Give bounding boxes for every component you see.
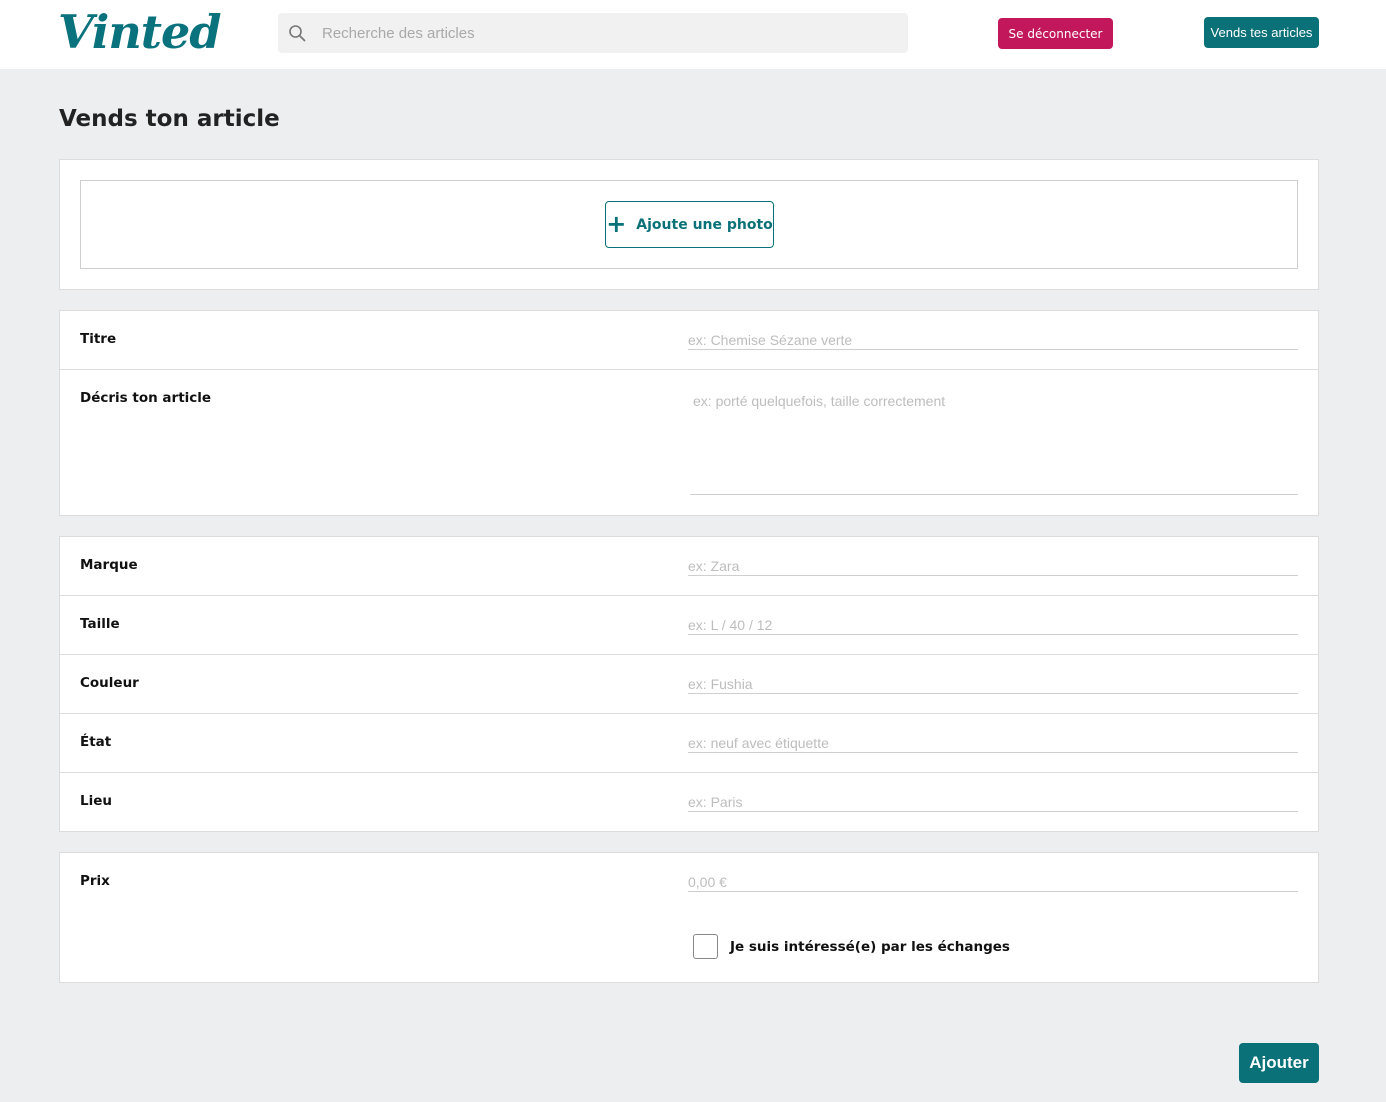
add-photo-label: Ajoute une photo	[636, 216, 773, 233]
brand-label: Marque	[80, 557, 138, 573]
title-label: Titre	[80, 331, 117, 347]
description-textarea[interactable]	[690, 390, 1298, 495]
search-bar[interactable]	[278, 13, 908, 53]
form-row-size: Taille	[60, 596, 1318, 655]
condition-label: État	[80, 734, 112, 750]
logout-button[interactable]: Se déconnecter	[998, 18, 1113, 49]
exchange-checkbox-label[interactable]: Je suis intéressé(e) par les échanges	[730, 939, 1010, 955]
location-label: Lieu	[80, 793, 112, 809]
price-label: Prix	[80, 873, 110, 889]
vinted-logo[interactable]: Vinted	[58, 2, 221, 62]
brand-input[interactable]	[688, 557, 1298, 576]
exchange-checkbox[interactable]	[693, 934, 718, 959]
title-description-section: Titre Décris ton article	[59, 310, 1319, 516]
form-row-price: Prix Je suis intéressé(e) par les échang…	[60, 853, 1318, 982]
form-row-title: Titre	[60, 311, 1318, 370]
price-section: Prix Je suis intéressé(e) par les échang…	[59, 852, 1319, 983]
color-input[interactable]	[688, 675, 1298, 694]
form-row-description: Décris ton article	[60, 370, 1318, 516]
form-row-brand: Marque	[60, 537, 1318, 596]
form-row-location: Lieu	[60, 773, 1318, 831]
search-icon	[289, 25, 306, 42]
description-label: Décris ton article	[80, 390, 212, 406]
header: Vinted Se déconnecter Vends tes articles	[0, 0, 1386, 69]
size-input[interactable]	[688, 616, 1298, 635]
form-row-condition: État	[60, 714, 1318, 773]
condition-input[interactable]	[688, 734, 1298, 753]
form-row-color: Couleur	[60, 655, 1318, 714]
attributes-section: Marque Taille Couleur État Lieu	[59, 536, 1319, 832]
title-input[interactable]	[688, 331, 1298, 350]
submit-add-button[interactable]: Ajouter	[1239, 1043, 1319, 1083]
page-title: Vends ton article	[59, 106, 280, 132]
color-label: Couleur	[80, 675, 139, 691]
location-input[interactable]	[688, 793, 1298, 812]
add-photo-button[interactable]: + Ajoute une photo	[605, 201, 774, 248]
photo-dropzone[interactable]: + Ajoute une photo	[80, 180, 1298, 269]
sell-items-button[interactable]: Vends tes articles	[1204, 17, 1319, 48]
photo-section: + Ajoute une photo	[59, 159, 1319, 290]
size-label: Taille	[80, 616, 120, 632]
search-input[interactable]	[322, 13, 892, 53]
price-input[interactable]	[688, 873, 1298, 892]
plus-icon: +	[606, 209, 627, 238]
